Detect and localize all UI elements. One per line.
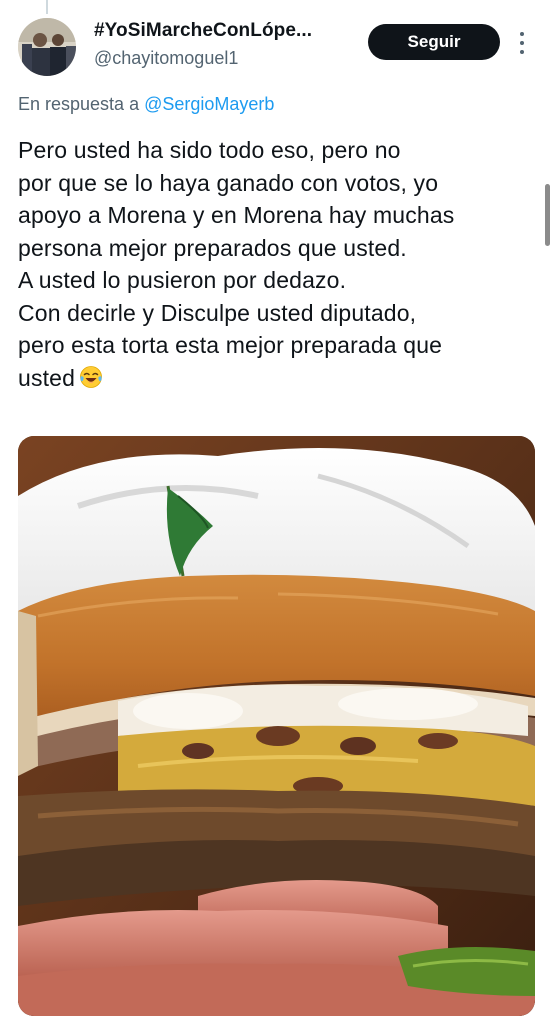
tweet-text-line: usted [18,364,76,391]
tweet-text-line: Con decirle y Disculpe usted diputado, [18,299,417,326]
scrollbar[interactable] [545,184,550,246]
tweet-text-line: pero esta torta esta mejor preparada que [18,332,443,358]
reply-context: En respuesta a @SergioMayerb [18,94,274,115]
tweet-media-image[interactable] [18,436,535,1016]
avatar[interactable] [18,18,76,76]
tweet-text-line: apoyo a Morena y en Morena hay muchas [18,202,455,228]
follow-button[interactable]: Seguir [368,24,500,60]
tweet-text: Pero usted ha sido todo eso, pero no por… [18,134,538,394]
tweet-text-line: por que se lo haya ganado con votos, yo [18,169,439,196]
tears-of-joy-emoji-icon [79,365,103,389]
reply-prefix: En respuesta a [18,94,140,114]
tweet-text-line: A usted lo pusieron por dedazo. [18,267,347,293]
tweet-text-line: Pero usted ha sido todo eso, pero no [18,137,401,163]
display-name[interactable]: #YoSiMarcheConLópe... [94,20,312,42]
more-options-icon[interactable] [514,30,530,54]
user-handle[interactable]: @chayitomoguel1 [94,48,238,69]
tweet-text-line: persona mejor preparados que usted. [18,234,407,261]
thread-connector-line [46,0,48,14]
reply-mention-link[interactable]: @SergioMayerb [144,94,274,114]
tweet-text-last-line: usted [18,362,538,395]
